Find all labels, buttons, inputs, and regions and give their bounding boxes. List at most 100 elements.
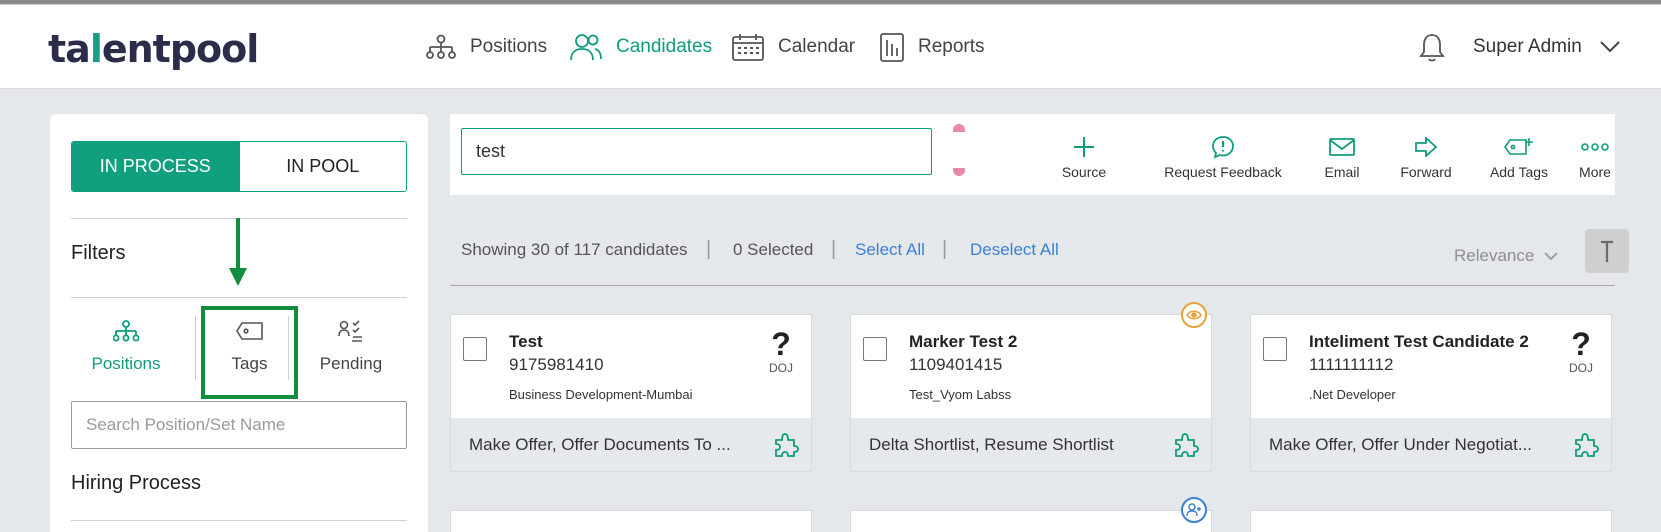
source-button[interactable]: Source [1046, 134, 1122, 184]
puzzle-icon[interactable] [1173, 431, 1199, 457]
nav-reports[interactable]: Reports [880, 5, 985, 89]
user-badge[interactable] [1181, 497, 1207, 523]
email-icon [1329, 138, 1355, 156]
doj-indicator: ? DOJ [769, 327, 793, 375]
question-icon: ? [771, 326, 791, 362]
filter-tab-pending-label: Pending [319, 354, 383, 373]
request-feedback-button[interactable]: Request Feedback [1163, 134, 1283, 184]
email-label: Email [1324, 164, 1360, 180]
user-name: Super Admin [1473, 36, 1582, 57]
doj-label: DOJ [769, 361, 793, 375]
candidate-name[interactable]: Test [509, 332, 543, 352]
results-count: Showing 30 of 117 candidates [461, 240, 688, 259]
eye-badge[interactable] [1181, 302, 1207, 328]
nav-candidates-label: Candidates [616, 36, 713, 57]
candidate-card[interactable]: Test 9175981410 Business Development-Mum… [450, 314, 812, 472]
candidate-card-partial[interactable] [850, 510, 1212, 532]
separator: | [706, 238, 712, 260]
forward-button[interactable]: Forward [1386, 134, 1466, 184]
logo-text-3: entpool [101, 27, 259, 71]
chevron-down-icon [1544, 251, 1558, 260]
candidate-status-bar: Make Offer, Offer Under Negotiat... [1251, 418, 1611, 471]
filter-tab-positions-label: Positions [91, 354, 161, 373]
report-icon [880, 33, 904, 62]
email-button[interactable]: Email [1311, 134, 1373, 184]
candidate-checkbox[interactable] [863, 337, 887, 361]
results-bar: Showing 30 of 117 candidates | 0 Selecte… [450, 226, 1629, 273]
bell-icon[interactable] [1419, 32, 1445, 67]
users-icon [570, 34, 602, 61]
more-label: More [1579, 164, 1611, 180]
candidate-position: .Net Developer [1309, 387, 1396, 402]
in-pool-button[interactable]: IN POOL [238, 142, 406, 191]
deselect-all-link[interactable]: Deselect All [970, 240, 1059, 260]
forward-label: Forward [1400, 164, 1452, 180]
annotation-arrow [229, 218, 247, 286]
top-header: talentpool Positions Candidates Calendar… [0, 5, 1661, 89]
candidate-name[interactable]: Marker Test 2 [909, 332, 1017, 352]
sort-value: Relevance [1454, 246, 1535, 265]
org-chart-icon [426, 34, 456, 59]
nav-reports-label: Reports [918, 36, 985, 57]
candidate-status: Make Offer, Offer Under Negotiat... [1269, 434, 1532, 454]
candidate-status-bar: Make Offer, Offer Documents To ... [451, 418, 811, 471]
process-pool-toggle: IN PROCESS IN POOL [71, 141, 407, 192]
plus-icon [1074, 137, 1094, 157]
candidate-phone: 9175981410 [509, 355, 604, 374]
candidate-toolbar: Source Request Feedback Email Forward Ad… [450, 114, 1615, 195]
candidate-checkbox[interactable] [1263, 337, 1287, 361]
filters-title: Filters [71, 242, 126, 264]
select-all-link[interactable]: Select All [855, 240, 925, 260]
results-divider [450, 285, 1615, 286]
nav-candidates[interactable]: Candidates [570, 5, 712, 89]
user-menu[interactable]: Super Admin [1473, 5, 1620, 89]
logo-text-2: l [89, 27, 103, 71]
separator: | [942, 238, 948, 260]
candidate-name[interactable]: Inteliment Test Candidate 2 [1309, 332, 1529, 352]
candidate-search-input[interactable] [461, 128, 932, 175]
scroll-top-button[interactable] [1585, 229, 1629, 273]
resize-handle-bottom[interactable] [953, 168, 965, 176]
talentpool-logo[interactable]: talentpool [48, 27, 259, 71]
question-icon: ? [1571, 326, 1591, 362]
in-process-button[interactable]: IN PROCESS [72, 142, 239, 191]
candidate-position: Test_Vyom Labss [909, 387, 1012, 402]
filter-panel: IN PROCESS IN POOL Filters Positions Tag… [50, 114, 428, 532]
candidate-status: Delta Shortlist, Resume Shortlist [869, 434, 1114, 454]
hiring-process-title: Hiring Process [71, 472, 202, 494]
more-button[interactable]: More [1570, 134, 1620, 184]
forward-icon [1415, 137, 1438, 157]
filter-tab-positions[interactable]: Positions [71, 314, 181, 404]
separator: | [831, 238, 837, 260]
candidate-position: Business Development-Mumbai [509, 387, 693, 402]
candidate-card-partial[interactable] [450, 510, 812, 532]
nav-positions[interactable]: Positions [426, 5, 547, 89]
position-search-input[interactable] [71, 401, 407, 449]
annotation-highlight-box [201, 306, 298, 399]
nav-calendar[interactable]: Calendar [732, 5, 855, 89]
candidate-card[interactable]: Marker Test 2 1109401415 Test_Vyom Labss… [850, 314, 1212, 472]
candidate-status: Make Offer, Offer Documents To ... [469, 434, 731, 454]
add-tags-button[interactable]: Add Tags [1479, 134, 1559, 184]
divider [71, 297, 407, 298]
sort-dropdown[interactable]: Relevance [1454, 246, 1558, 266]
calendar-icon [732, 34, 764, 61]
pending-checklist-icon [338, 320, 362, 342]
filter-tab-pending[interactable]: Pending [295, 314, 407, 404]
user-add-icon [1186, 503, 1201, 517]
request-feedback-label: Request Feedback [1164, 164, 1282, 180]
candidate-checkbox[interactable] [463, 337, 487, 361]
puzzle-icon[interactable] [773, 431, 799, 457]
candidate-status-bar: Delta Shortlist, Resume Shortlist [851, 418, 1211, 471]
more-dots-icon [1581, 143, 1609, 151]
resize-handle-top[interactable] [953, 124, 965, 132]
candidate-card[interactable]: Inteliment Test Candidate 2 1111111112 .… [1250, 314, 1612, 472]
candidate-phone: 1109401415 [909, 355, 1003, 374]
arrow-up-icon [1601, 240, 1613, 262]
candidate-card-partial[interactable] [1250, 510, 1612, 532]
doj-indicator: ? DOJ [1569, 327, 1593, 375]
puzzle-icon[interactable] [1573, 431, 1599, 457]
feedback-icon [1212, 136, 1234, 159]
nav-calendar-label: Calendar [778, 36, 856, 57]
selected-count: 0 Selected [733, 240, 814, 259]
